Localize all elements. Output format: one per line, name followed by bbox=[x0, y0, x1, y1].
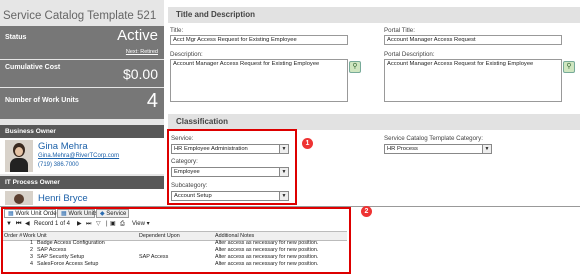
it-owner-card: Henri Bryce bbox=[0, 189, 164, 205]
title-label: Title: bbox=[170, 27, 184, 34]
portal-description-label: Portal Description: bbox=[384, 51, 435, 58]
col-header-additional-notes[interactable]: Additional Notes bbox=[215, 232, 254, 240]
previous-record-icon[interactable]: ◀ bbox=[25, 219, 30, 230]
tab-work-unit-order[interactable]: ▦ Work Unit Order bbox=[4, 209, 59, 218]
grid-toolbar: ▼ ⏮ ◀ Record 1 of 4 ▶ ⏭ ▽ | ▣ ⎙ View ▾ bbox=[3, 219, 347, 230]
page-title: Service Catalog Template 521 bbox=[3, 10, 157, 22]
avatar bbox=[5, 140, 33, 172]
portal-title-label: Portal Title: bbox=[384, 27, 415, 34]
callout-box-classification bbox=[167, 129, 297, 205]
it-owner-header: IT Process Owner bbox=[0, 176, 164, 189]
it-owner-name[interactable]: Henri Bryce bbox=[38, 193, 88, 204]
col-header-order[interactable]: Order # bbox=[4, 232, 22, 240]
print-icon[interactable]: ⎙ bbox=[120, 219, 125, 230]
cost-label: Cumulative Cost bbox=[5, 64, 61, 71]
service-icon: ◆ bbox=[100, 211, 105, 217]
next-record-icon[interactable]: ▶ bbox=[77, 219, 82, 230]
last-record-icon[interactable]: ⏭ bbox=[86, 219, 91, 230]
business-owner-card: Gina Mehra Gina.Mehra@RiverTCorp.com (71… bbox=[0, 138, 164, 174]
filter-icon[interactable]: ▼ bbox=[6, 219, 12, 230]
portal-description-textarea[interactable]: Account Manager Access Request for Exist… bbox=[384, 59, 562, 102]
cost-panel: Cumulative Cost $0.00 bbox=[0, 60, 164, 87]
business-owner-email[interactable]: Gina.Mehra@RiverTCorp.com bbox=[38, 153, 119, 159]
callout-badge-1: 1 bbox=[302, 138, 313, 149]
title-description-header: Title and Description bbox=[168, 7, 580, 23]
chevron-down-icon[interactable]: ▼ bbox=[482, 145, 491, 153]
tab-work-units[interactable]: ▦ Work Units bbox=[57, 209, 98, 218]
table-row[interactable]: 1 Badge Access Configuration Alter acces… bbox=[3, 240, 347, 247]
avatar bbox=[5, 191, 33, 205]
view-menu[interactable]: View ▾ bbox=[132, 219, 150, 230]
portal-title-input[interactable]: Account Manager Access Request bbox=[384, 35, 562, 45]
callout-badge-2: 2 bbox=[361, 206, 372, 217]
save-icon[interactable]: ▣ bbox=[110, 219, 116, 230]
col-header-dependent-upon[interactable]: Dependent Upon bbox=[139, 232, 180, 240]
description-textarea[interactable]: Account Manager Access Request for Exist… bbox=[170, 59, 348, 102]
expand-portal-description-icon[interactable]: ⚲ bbox=[563, 61, 575, 73]
table-row[interactable]: 3 SAP Security Setup SAP Access Alter ac… bbox=[3, 254, 347, 261]
business-owner-name[interactable]: Gina Mehra bbox=[38, 141, 88, 152]
units-label: Number of Work Units bbox=[5, 97, 79, 104]
cost-value: $0.00 bbox=[122, 66, 158, 82]
tab-service[interactable]: ◆ Service bbox=[96, 209, 129, 218]
record-counter: Record 1 of 4 bbox=[34, 221, 71, 227]
separator-icon: | bbox=[106, 221, 108, 227]
col-header-work-unit[interactable]: Work Unit bbox=[23, 232, 47, 240]
units-panel: Number of Work Units 4 bbox=[0, 88, 164, 119]
table-row[interactable]: 4 SalesForce Access Setup Alter access a… bbox=[3, 261, 347, 268]
business-owner-phone: (719) 386.7000 bbox=[38, 162, 79, 168]
grid-icon: ▦ bbox=[8, 211, 14, 217]
first-record-icon[interactable]: ⏮ bbox=[16, 219, 21, 230]
title-input[interactable]: Acct Mgr Access Request for Existing Emp… bbox=[170, 35, 348, 45]
description-label: Description: bbox=[170, 51, 203, 58]
template-category-value: HR Process bbox=[387, 146, 418, 152]
classification-header: Classification bbox=[168, 114, 580, 130]
status-value: Active bbox=[117, 27, 158, 44]
template-category-select[interactable]: HR Process ▼ bbox=[384, 144, 492, 154]
status-panel: Status Active Next: Retired bbox=[0, 26, 164, 59]
table-row[interactable]: 2 SAP Access Alter access as necessary f… bbox=[3, 247, 347, 254]
filter-funnel-icon[interactable]: ▽ bbox=[96, 219, 101, 230]
expand-description-icon[interactable]: ⚲ bbox=[349, 61, 361, 73]
template-category-label: Service Catalog Template Category: bbox=[384, 135, 483, 142]
status-label: Status bbox=[5, 34, 27, 41]
units-value: 4 bbox=[146, 90, 158, 112]
grid-icon: ▦ bbox=[61, 211, 67, 217]
next-status-link[interactable]: Next: Retired bbox=[126, 49, 158, 55]
left-panel: Service Catalog Template 521 Status Acti… bbox=[0, 0, 164, 205]
business-owner-header: Business Owner bbox=[0, 125, 164, 138]
